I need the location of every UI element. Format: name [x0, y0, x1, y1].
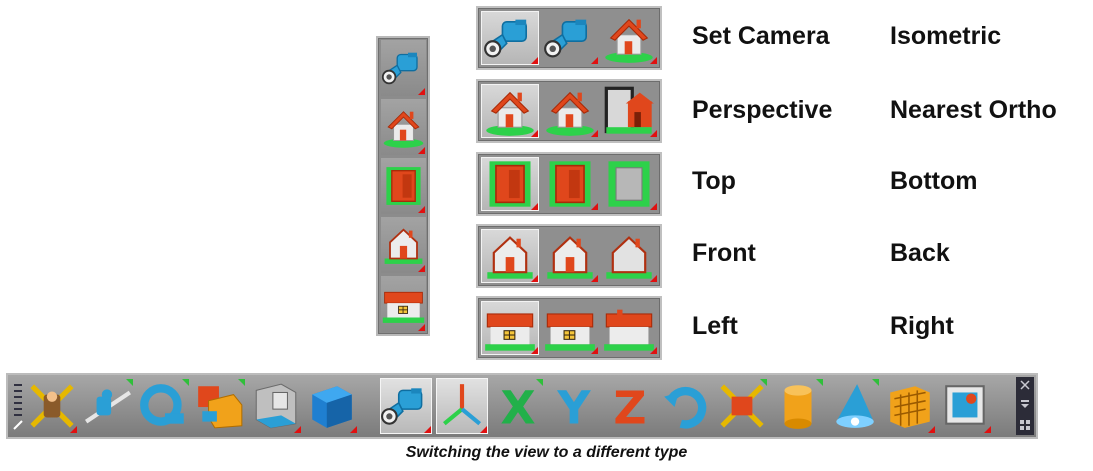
x-axis-icon[interactable]	[492, 378, 544, 434]
z-axis-icon[interactable]	[604, 378, 656, 434]
spotlight-icon[interactable]	[828, 378, 880, 434]
isometric-label: Isometric	[890, 22, 1002, 50]
set-camera-button[interactable]	[381, 40, 426, 96]
top-view-icon[interactable]	[481, 157, 539, 211]
nearest-ortho-label: Nearest Ortho	[890, 96, 1057, 124]
vertical-view-strip	[376, 36, 430, 336]
left-view-icon[interactable]	[481, 301, 539, 355]
main-toolbar	[6, 373, 1038, 439]
bottom-view-icon[interactable]	[600, 157, 658, 211]
perspective-label: Perspective	[692, 96, 833, 124]
top-bottom-flyout	[476, 152, 662, 216]
camera-flyout	[476, 6, 662, 70]
set-camera-label: Set Camera	[692, 22, 830, 50]
box-object-icon[interactable]	[194, 378, 246, 434]
render-icon[interactable]	[940, 378, 992, 434]
toolbar-grip-handle[interactable]	[11, 379, 25, 433]
scale-tool-icon[interactable]	[716, 378, 768, 434]
toolbar-end-panel	[1016, 377, 1034, 435]
flyout-indicator	[418, 147, 425, 154]
options-grid-icon[interactable]	[1019, 419, 1031, 431]
perspective-house-icon[interactable]	[481, 84, 539, 138]
chevron-down-icon[interactable]	[1019, 399, 1031, 409]
axes-icon[interactable]	[436, 378, 488, 434]
left-view-button[interactable]	[381, 276, 426, 332]
back-view-icon[interactable]	[600, 229, 658, 283]
left-label: Left	[692, 312, 738, 340]
perspective-button[interactable]	[381, 99, 426, 155]
room-icon[interactable]	[250, 378, 302, 434]
camera-icon[interactable]	[541, 11, 599, 65]
front-label: Front	[692, 239, 756, 267]
nearest-ortho-icon[interactable]	[600, 84, 658, 138]
orbit-icon[interactable]	[138, 378, 190, 434]
right-view-icon[interactable]	[600, 301, 658, 355]
y-axis-icon[interactable]	[548, 378, 600, 434]
front-view-icon[interactable]	[481, 229, 539, 283]
top-view-button[interactable]	[381, 158, 426, 214]
close-icon[interactable]	[1019, 379, 1031, 391]
front-back-flyout	[476, 224, 662, 288]
back-label: Back	[890, 239, 950, 267]
bottom-label: Bottom	[890, 167, 978, 195]
top-view-alt-icon[interactable]	[541, 157, 599, 211]
camera-icon[interactable]	[380, 378, 432, 434]
grid-cube-icon[interactable]	[884, 378, 936, 434]
flyout-indicator	[418, 88, 425, 95]
flyout-indicator	[418, 206, 425, 213]
rotate-tool-icon[interactable]	[82, 378, 134, 434]
isometric-house-icon[interactable]	[600, 11, 658, 65]
perspective-house-alt-icon[interactable]	[541, 84, 599, 138]
flyout-indicator	[418, 265, 425, 272]
right-label: Right	[890, 312, 954, 340]
perspective-flyout	[476, 79, 662, 143]
cube-icon[interactable]	[306, 378, 358, 434]
front-view-alt-icon[interactable]	[541, 229, 599, 283]
undo-rotate-icon[interactable]	[660, 378, 712, 434]
move-tool-icon[interactable]	[26, 378, 78, 434]
left-right-flyout	[476, 296, 662, 360]
cylinder-icon[interactable]	[772, 378, 824, 434]
set-camera-icon[interactable]	[481, 11, 539, 65]
top-label: Top	[692, 167, 736, 195]
front-view-button[interactable]	[381, 217, 426, 273]
left-view-alt-icon[interactable]	[541, 301, 599, 355]
flyout-indicator	[418, 324, 425, 331]
figure-caption: Switching the view to a different type	[405, 444, 688, 461]
